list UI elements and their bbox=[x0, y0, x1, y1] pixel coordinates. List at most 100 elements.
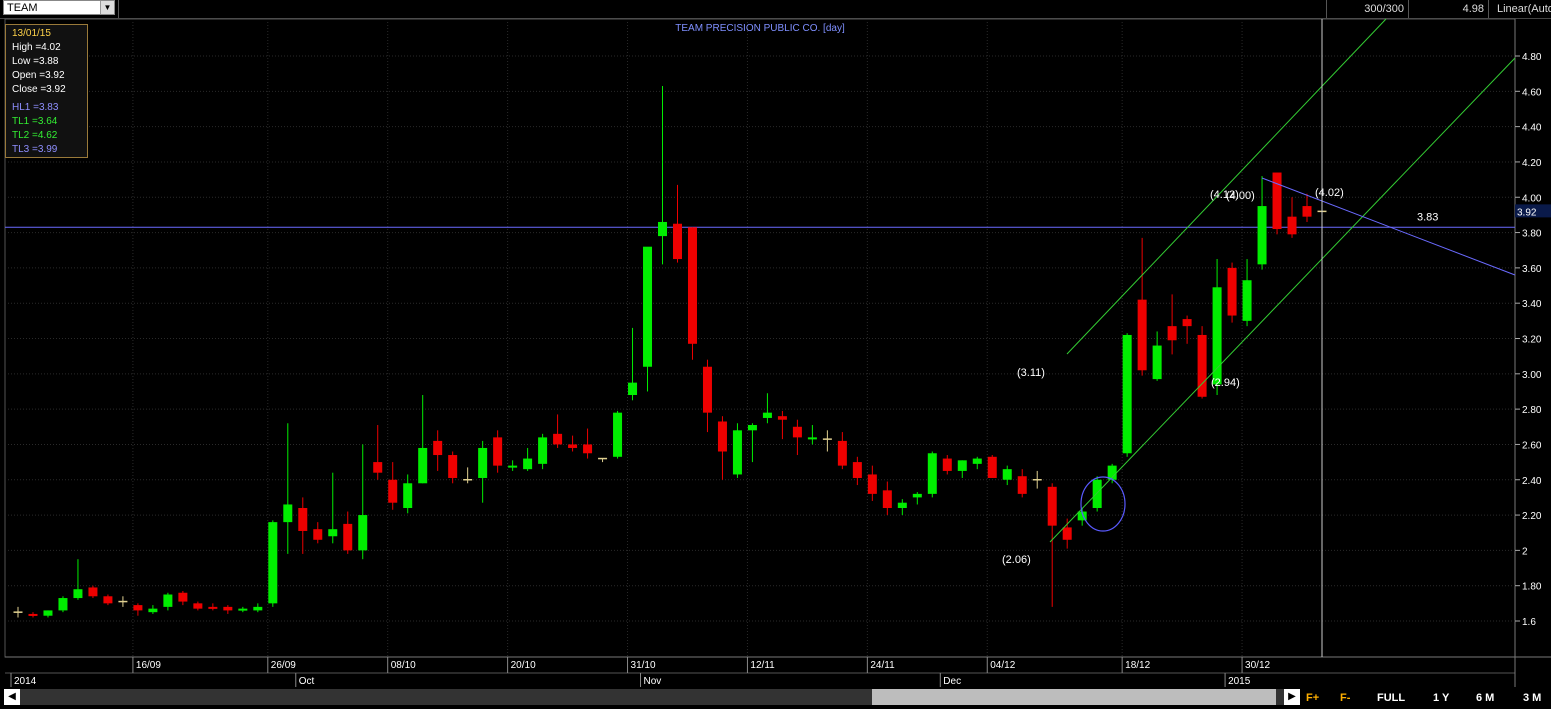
candle[interactable] bbox=[208, 603, 218, 611]
candle[interactable] bbox=[238, 606, 248, 613]
candle[interactable] bbox=[598, 457, 608, 463]
candle[interactable] bbox=[73, 559, 83, 600]
candle[interactable] bbox=[643, 246, 653, 392]
range-1y-button[interactable]: 1 Y bbox=[1433, 690, 1449, 706]
candle[interactable] bbox=[373, 425, 383, 480]
candle-body bbox=[957, 460, 967, 471]
zoom-in-button[interactable]: F+ bbox=[1306, 690, 1319, 706]
candle[interactable] bbox=[717, 416, 727, 480]
price-chart[interactable]: TEAM PRECISION PUBLIC CO. [day] 3.83 (3.1… bbox=[0, 0, 1551, 709]
y-tick-label: 2.80 bbox=[1522, 405, 1542, 416]
candle[interactable] bbox=[253, 603, 263, 613]
scrollbar-thumb[interactable] bbox=[872, 689, 1276, 705]
candle[interactable] bbox=[328, 472, 338, 544]
candle[interactable] bbox=[133, 603, 143, 616]
candle[interactable] bbox=[268, 520, 278, 607]
candle[interactable] bbox=[358, 444, 368, 560]
candle[interactable] bbox=[1017, 469, 1027, 498]
candle[interactable] bbox=[193, 601, 203, 611]
candle[interactable] bbox=[1032, 470, 1042, 489]
candle[interactable] bbox=[1092, 476, 1102, 512]
candle[interactable] bbox=[1242, 259, 1252, 327]
candle[interactable] bbox=[942, 455, 952, 475]
candle[interactable] bbox=[103, 594, 113, 606]
candle[interactable] bbox=[747, 423, 757, 463]
candle[interactable] bbox=[43, 610, 53, 618]
candle[interactable] bbox=[1272, 172, 1282, 235]
candle[interactable] bbox=[732, 423, 742, 478]
candle[interactable] bbox=[523, 447, 533, 471]
candle[interactable] bbox=[837, 432, 847, 470]
candle[interactable] bbox=[1302, 193, 1312, 222]
candle[interactable] bbox=[762, 393, 772, 424]
y-tick-label: 1.80 bbox=[1522, 582, 1542, 593]
candle[interactable] bbox=[882, 481, 892, 516]
candle[interactable] bbox=[1047, 483, 1057, 607]
candle[interactable] bbox=[148, 605, 158, 614]
candle[interactable] bbox=[418, 395, 428, 484]
candle[interactable] bbox=[702, 359, 712, 433]
candle[interactable] bbox=[178, 590, 188, 606]
candle[interactable] bbox=[508, 460, 518, 471]
candle[interactable] bbox=[852, 456, 862, 486]
candle[interactable] bbox=[687, 227, 697, 360]
candle-body bbox=[358, 515, 368, 551]
candle[interactable] bbox=[583, 428, 593, 459]
candle[interactable] bbox=[553, 414, 563, 448]
candle[interactable] bbox=[613, 410, 623, 459]
candle[interactable] bbox=[163, 592, 173, 611]
candle[interactable] bbox=[1062, 518, 1072, 549]
candle[interactable] bbox=[118, 596, 128, 607]
y-tick-label: 2.20 bbox=[1522, 511, 1542, 522]
candle[interactable] bbox=[658, 86, 668, 265]
candle[interactable] bbox=[538, 433, 548, 470]
candle[interactable] bbox=[493, 430, 503, 473]
candle[interactable] bbox=[28, 612, 38, 618]
candle[interactable] bbox=[1227, 262, 1237, 323]
candle[interactable] bbox=[13, 606, 23, 618]
candle[interactable] bbox=[987, 455, 997, 478]
candle[interactable] bbox=[1137, 237, 1147, 376]
range-6m-button[interactable]: 6 M bbox=[1476, 690, 1494, 706]
candle[interactable] bbox=[313, 522, 323, 544]
candle[interactable] bbox=[867, 465, 877, 501]
scroll-left-arrow-icon[interactable]: ◀ bbox=[4, 689, 20, 705]
candle[interactable] bbox=[972, 456, 982, 470]
candle[interactable] bbox=[897, 499, 907, 516]
candle[interactable] bbox=[957, 460, 967, 478]
scroll-right-arrow-icon[interactable]: ▶ bbox=[1284, 689, 1300, 705]
range-3m-button[interactable]: 3 M bbox=[1523, 690, 1541, 706]
candle[interactable] bbox=[1002, 465, 1012, 486]
candle[interactable] bbox=[792, 419, 802, 456]
candle[interactable] bbox=[58, 596, 68, 613]
candle-body bbox=[583, 444, 593, 454]
candle[interactable] bbox=[912, 492, 922, 505]
candle[interactable] bbox=[777, 410, 787, 440]
candle[interactable] bbox=[88, 585, 98, 599]
candle[interactable] bbox=[388, 462, 398, 510]
y-tick-label: 2.60 bbox=[1522, 440, 1542, 451]
x-tick-label: 04/12 bbox=[990, 660, 1015, 671]
candle[interactable] bbox=[343, 511, 353, 554]
candle[interactable] bbox=[568, 435, 578, 452]
candle[interactable] bbox=[807, 425, 817, 445]
candle[interactable] bbox=[283, 423, 293, 554]
candle[interactable] bbox=[1122, 333, 1132, 457]
zoom-out-button[interactable]: F- bbox=[1340, 690, 1350, 706]
candle[interactable] bbox=[403, 474, 413, 514]
candle[interactable] bbox=[672, 184, 682, 263]
candle[interactable] bbox=[463, 467, 473, 484]
candle[interactable] bbox=[927, 451, 937, 498]
candle[interactable] bbox=[433, 430, 443, 471]
candle[interactable] bbox=[822, 430, 832, 452]
candle[interactable] bbox=[1287, 197, 1297, 238]
candle[interactable] bbox=[448, 451, 458, 484]
candle-body bbox=[987, 456, 997, 478]
candle[interactable] bbox=[223, 605, 233, 614]
candle[interactable] bbox=[478, 440, 488, 503]
candle[interactable] bbox=[1257, 176, 1267, 270]
candle[interactable] bbox=[1182, 315, 1192, 344]
range-full-button[interactable]: FULL bbox=[1377, 690, 1405, 706]
candle[interactable] bbox=[1212, 259, 1222, 395]
candle[interactable] bbox=[298, 497, 308, 554]
